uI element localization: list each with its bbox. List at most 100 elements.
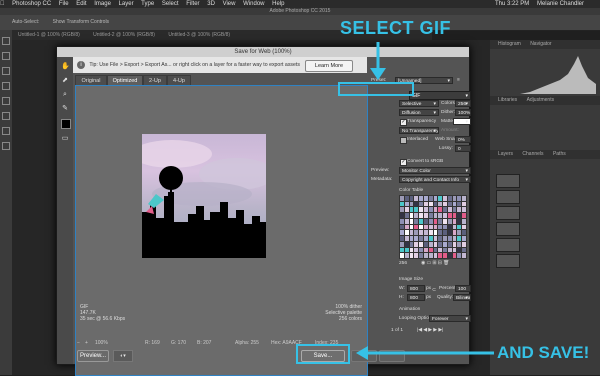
color-swatch[interactable] [447, 201, 452, 207]
color-swatch[interactable] [438, 247, 443, 253]
color-swatch[interactable] [404, 253, 409, 258]
color-swatch[interactable] [419, 207, 423, 213]
color-swatch[interactable] [457, 218, 462, 224]
quality-select[interactable]: Bilinear [453, 294, 471, 301]
color-swatch[interactable] [447, 196, 452, 201]
color-swatch[interactable] [414, 201, 419, 207]
color-swatch[interactable] [452, 201, 457, 207]
color-swatch[interactable] [404, 230, 409, 236]
color-swatch[interactable] [419, 230, 423, 236]
color-swatch[interactable] [404, 236, 409, 241]
color-swatch[interactable] [452, 236, 457, 241]
color-swatch[interactable] [404, 213, 409, 218]
color-swatch[interactable] [414, 253, 419, 258]
color-swatch[interactable] [409, 196, 414, 201]
menu-window[interactable]: Window [243, 1, 264, 7]
color-swatch[interactable] [452, 253, 457, 258]
preview-area[interactable]: GIF 147.7K 35 sec @ 56.6 Kbps 100% dithe… [75, 85, 368, 376]
color-swatch[interactable] [404, 207, 409, 213]
move-tool-icon[interactable] [2, 37, 10, 45]
doc-tab-2[interactable]: Untitled-2 @ 100% (RGB/8) [87, 32, 161, 38]
auto-select-option[interactable]: Auto-Select: [12, 19, 39, 25]
color-swatch[interactable] [400, 196, 404, 201]
color-swatch[interactable] [404, 224, 409, 230]
color-swatch[interactable] [443, 236, 447, 241]
color-swatch[interactable] [423, 218, 428, 224]
color-swatch[interactable] [443, 201, 447, 207]
color-swatch[interactable] [428, 230, 433, 236]
tab-libraries[interactable]: Libraries [498, 97, 517, 103]
color-swatch[interactable] [433, 218, 438, 224]
menu-edit[interactable]: Edit [76, 1, 86, 7]
color-swatch[interactable] [443, 207, 447, 213]
color-swatch[interactable] [428, 247, 433, 253]
preview-mode-select[interactable]: Monitor Color [399, 167, 471, 174]
color-swatch[interactable] [457, 241, 462, 247]
height-field[interactable]: 800 [407, 294, 425, 301]
color-swatch[interactable] [400, 241, 404, 247]
color-swatch[interactable] [462, 196, 466, 201]
layer-thumbnail[interactable] [496, 174, 520, 188]
color-swatch[interactable] [447, 224, 452, 230]
layer-thumbnail[interactable] [496, 254, 520, 268]
color-swatch[interactable] [457, 253, 462, 258]
tab-histogram[interactable]: Histogram [498, 41, 521, 47]
color-swatch[interactable] [409, 201, 414, 207]
color-swatch[interactable] [443, 253, 447, 258]
user-name[interactable]: Melanie Chandler [537, 1, 584, 7]
color-swatch[interactable] [409, 253, 414, 258]
color-swatch[interactable] [423, 241, 428, 247]
toggle-slices-icon[interactable]: ▭ [61, 135, 69, 143]
lossy-field[interactable]: 0 [455, 145, 471, 152]
doc-tab-1[interactable]: Untitled-1 @ 100% (RGB/8) [12, 32, 86, 38]
eyedropper-icon[interactable]: ✎ [61, 105, 69, 113]
color-swatch[interactable] [428, 196, 433, 201]
interlaced-checkbox[interactable] [400, 137, 407, 144]
zoom-plus-button[interactable]: + [85, 338, 88, 348]
color-swatch[interactable] [400, 236, 404, 241]
transparency-checkbox[interactable]: ✓ [400, 119, 407, 126]
metadata-select[interactable]: Copyright and Contact Info [399, 176, 471, 183]
color-swatch[interactable] [409, 247, 414, 253]
color-swatch[interactable] [428, 213, 433, 218]
color-swatch[interactable] [428, 241, 433, 247]
menu-filter[interactable]: Filter [186, 1, 199, 7]
color-swatch[interactable] [409, 236, 414, 241]
color-swatch[interactable] [433, 201, 438, 207]
color-swatch[interactable] [457, 224, 462, 230]
zoom-tool-icon[interactable] [2, 142, 10, 150]
color-swatch[interactable] [457, 201, 462, 207]
color-swatch[interactable] [438, 236, 443, 241]
preview-button[interactable]: Preview... [77, 350, 109, 362]
looping-select[interactable]: Forever [429, 315, 471, 322]
hand-tool-icon[interactable]: ✋ [61, 63, 70, 71]
color-swatch[interactable] [457, 236, 462, 241]
color-swatch[interactable] [400, 224, 404, 230]
color-swatch[interactable] [457, 207, 462, 213]
colors-select[interactable]: 256 [455, 100, 471, 107]
color-swatch[interactable] [457, 247, 462, 253]
color-swatch[interactable] [443, 241, 447, 247]
color-swatch[interactable] [452, 196, 457, 201]
color-swatch[interactable] [419, 201, 423, 207]
menu-layer[interactable]: Layer [119, 1, 134, 7]
color-swatch[interactable] [433, 230, 438, 236]
color-swatch[interactable] [452, 224, 457, 230]
color-swatch[interactable] [443, 218, 447, 224]
color-swatch[interactable] [409, 224, 414, 230]
color-swatch[interactable] [404, 196, 409, 201]
menu-icon[interactable]: ≡ [457, 77, 460, 84]
lasso-tool-icon[interactable] [2, 67, 10, 75]
layer-thumbnail[interactable] [496, 190, 520, 204]
type-tool-icon[interactable] [2, 127, 10, 135]
slice-select-icon[interactable]: ⬈ [61, 77, 69, 85]
color-swatch[interactable] [428, 207, 433, 213]
color-swatch[interactable] [457, 213, 462, 218]
color-swatch[interactable] [423, 196, 428, 201]
color-swatch[interactable] [433, 236, 438, 241]
color-swatch[interactable] [443, 213, 447, 218]
percent-field[interactable]: 100 [455, 285, 471, 292]
color-swatch[interactable] [438, 241, 443, 247]
color-swatch[interactable] [400, 247, 404, 253]
color-swatch[interactable] [452, 213, 457, 218]
